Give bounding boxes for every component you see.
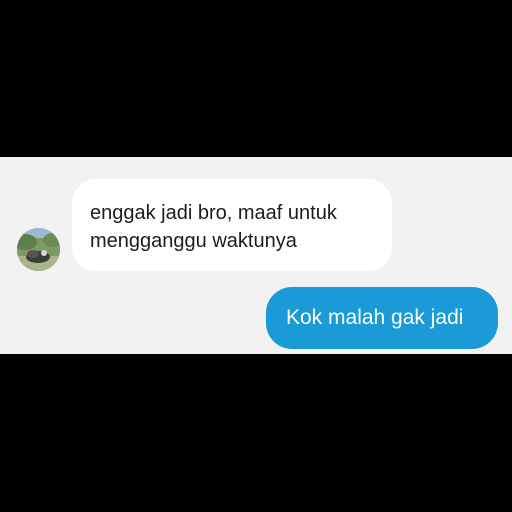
incoming-message-bubble[interactable]: enggak jadi bro, maaf untuk mengganggu w…	[72, 179, 392, 271]
avatar-photo-icon	[17, 228, 60, 271]
contact-avatar[interactable]	[17, 228, 60, 271]
incoming-message-line: enggak jadi bro, maaf untuk	[90, 202, 337, 224]
chat-area: enggak jadi bro, maaf untuk mengganggu w…	[0, 157, 512, 354]
screenshot-frame: enggak jadi bro, maaf untuk mengganggu w…	[0, 0, 512, 512]
outgoing-message-bubble[interactable]: Kok malah gak jadi	[266, 287, 498, 349]
outgoing-message-line: Kok malah gak jadi	[286, 306, 464, 329]
incoming-message-line: mengganggu waktunya	[90, 230, 297, 252]
